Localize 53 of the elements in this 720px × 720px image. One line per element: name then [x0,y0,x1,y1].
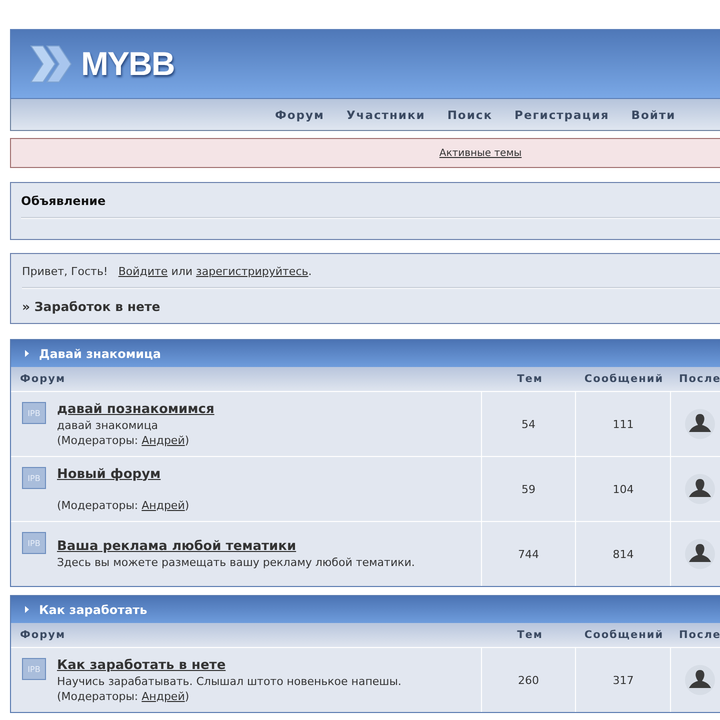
forum-icon: IPB [22,467,46,489]
column-header: Форум [19,373,67,385]
logo-text: MYBB [81,45,174,83]
column-header: Сообщений [583,629,665,641]
category-title: Давай знакомица [39,346,162,360]
welcome-text: Привет, Гость! Войдите или зарегистрируйтесь. [22,265,313,278]
forum-title-link[interactable]: Ваша реклама любой тематики [57,539,415,554]
forum-icon: IPB [22,658,46,680]
moderator-link[interactable]: Андрей [142,690,185,702]
posts-cell: 814 [576,522,672,586]
forum-description: давай знакомица [57,418,160,432]
moderators-text: (Модераторы: Андрей) [57,434,190,446]
nav-link[interactable]: Поиск [447,108,493,122]
topics-cell: 260 [482,648,576,712]
forum-title-link[interactable]: Как заработать в нете [57,658,402,672]
forum-title-link[interactable]: Новый форум [57,466,190,482]
nav-link[interactable]: Участники [346,108,426,122]
forum-icon: IPB [22,532,46,554]
breadcrumb: » Заработок в нете [22,299,160,314]
moderator-link[interactable]: Андрей [142,498,185,512]
forum-title-link[interactable]: давай познакомимся [57,402,214,416]
category-title: Как заработать [39,602,148,616]
user-avatar-icon [685,539,716,569]
forum-description: Здесь вы можете размещать вашу рекламу любой тематики. [57,556,415,569]
topics-cell: 744 [482,522,576,586]
login-link[interactable]: Войдите [118,265,168,278]
moderators-text: (Модераторы: Андрей) [57,498,190,512]
moderator-link[interactable]: Андрей [142,434,185,446]
moderators-text: (Модераторы: Андрей) [57,690,190,702]
posts-cell: 317 [576,648,672,712]
category-header[interactable]: Как заработать [11,596,720,623]
user-avatar-icon [685,665,716,695]
triangle-icon [25,606,29,613]
forum-icon: IPB [22,402,46,424]
column-header: Форум [19,629,67,641]
category-header[interactable]: Давай знакомица [11,340,720,367]
nav-link[interactable]: Форум [275,108,324,122]
column-header: Тем [516,373,544,385]
announcement-title: Объявление [21,194,106,208]
triangle-icon [25,350,29,357]
forum-description: Научись зарабатывать. Слышал штото новенькое напешы. [57,674,402,688]
nav-link[interactable]: Войти [631,108,676,122]
user-avatar-icon [685,474,716,504]
topics-cell: 54 [482,392,576,456]
topics-cell: 59 [482,457,576,521]
column-header: Тем [516,629,544,641]
user-avatar-icon [685,409,716,439]
active-topics-link[interactable]: Активные темы [439,148,522,158]
nav-link[interactable]: Регистрация [514,108,610,122]
column-header: Сообщений [583,373,665,385]
posts-cell: 104 [576,457,672,521]
posts-cell: 111 [576,392,672,456]
register-link[interactable]: зарегистрируйтесь [196,265,308,278]
